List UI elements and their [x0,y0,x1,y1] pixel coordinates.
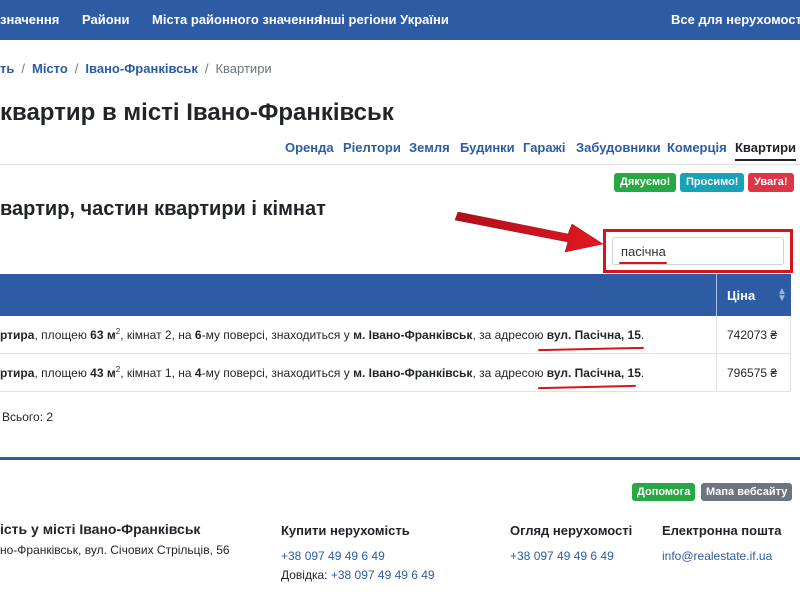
nav-item-all-real-estate[interactable]: Все для нерухомості [671,12,800,27]
tab-land[interactable]: Земля [409,140,450,155]
tab-garages[interactable]: Гаражі [523,140,565,155]
footer-address: но-Франківськ, вул. Січових Стрільців, 5… [0,543,230,557]
listing-description: ртира, площею 43 м2, кімнат 1, на 4-му п… [0,365,645,380]
price-column-header[interactable]: Ціна [727,288,755,303]
breadcrumb-current: Квартири [215,61,272,76]
breadcrumb: ть / Місто / Івано-Франківськ / Квартири [0,61,272,76]
sort-icon[interactable]: ▲ ▼ [777,287,787,304]
breadcrumb-link-city[interactable]: Місто [32,61,68,76]
listing-description: ртира, площею 63 м2, кімнат 2, на 6-му п… [0,327,645,342]
nav-item-districts[interactable]: Райони [82,12,130,27]
listing-price: 742073 ₴ [727,328,778,342]
tab-commerce[interactable]: Комерція [667,140,727,155]
footer-email-title: Електронна пошта [662,523,782,538]
table-row[interactable]: ртира, площею 63 м2, кімнат 2, на 6-му п… [0,316,791,354]
tab-houses[interactable]: Будинки [460,140,515,155]
address-underline-mark [537,346,645,352]
tab-rent[interactable]: Оренда [285,140,334,155]
table-row[interactable]: ртира, площею 43 м2, кімнат 1, на 4-му п… [0,354,791,392]
nav-item-district-significance[interactable]: значення [0,12,59,27]
nav-item-other-regions[interactable]: Інші регіони України [319,12,449,27]
tab-developers[interactable]: Забудовники [576,140,661,155]
apartments-table: Ціна ▲ ▼ ртира, площею 63 м2, кімнат 2, н… [0,274,791,392]
table-header: Ціна ▲ ▼ [0,274,791,316]
footer-buy-phone[interactable]: +38 097 49 49 6 49 [281,549,385,563]
listing-address: вул. Пасічна, 15 [546,366,641,380]
breadcrumb-link-home[interactable]: ть [0,61,14,76]
footer-divider [0,457,800,460]
sitemap-button[interactable]: Мапа вебсайту [701,483,793,501]
address-underline-mark [537,384,637,390]
footer-info-phone[interactable]: +38 097 49 49 6 49 [331,568,435,582]
tab-realtors[interactable]: Ріелтори [343,140,401,155]
thanks-badge[interactable]: Дякуємо! [614,173,677,192]
search-highlight-frame [603,229,793,273]
search-underline-mark [619,262,667,264]
footer-review-phone[interactable]: +38 097 49 49 6 49 [510,549,614,563]
search-input[interactable] [612,237,784,265]
footer-buy-title: Купити нерухомість [281,523,410,538]
listing-price: 796575 ₴ [727,366,778,380]
tab-apartments[interactable]: Квартири [735,140,797,161]
attention-badge[interactable]: Увага! [748,173,794,192]
footer-review-title: Огляд нерухомості [510,523,633,538]
nav-item-district-cities[interactable]: Міста районного значення [152,12,322,27]
breadcrumb-link-ivano-frankivsk[interactable]: Івано-Франківськ [85,61,197,76]
section-subtitle: вартир, частин квартири і кімнат [0,198,326,220]
footer-info-label: Довідка: +38 097 49 49 6 49 [281,568,435,582]
listing-address: вул. Пасічна, 15 [546,328,641,342]
total-count: Всього: 2 [2,410,54,424]
footer-email-link[interactable]: info@realestate.if.ua [662,549,772,563]
top-navbar: значення Райони Міста районного значення… [0,0,800,40]
help-button[interactable]: Допомога [632,483,696,501]
footer-company-title: ість у місті Івано-Франківськ [0,521,201,537]
please-badge[interactable]: Просимо! [680,173,745,192]
page-title: квартир в місті Івано-Франківськ [0,99,394,126]
category-tabs: Оренда Ріелтори Земля Будинки Гаражі Заб… [0,135,800,165]
